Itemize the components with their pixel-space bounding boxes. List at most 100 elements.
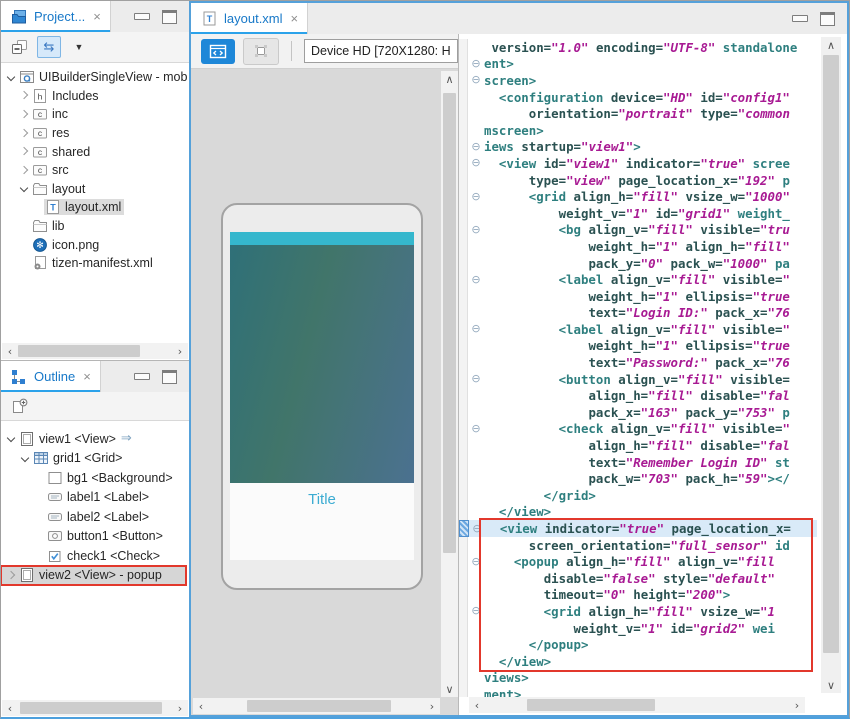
code-line[interactable]: text="Remember Login ID" st bbox=[459, 454, 817, 471]
add-view-icon[interactable] bbox=[9, 396, 29, 416]
tree-item[interactable]: cres bbox=[1, 124, 189, 143]
code-line[interactable]: ⊖ <button align_v="fill" visible= bbox=[459, 371, 817, 388]
close-icon[interactable]: × bbox=[83, 369, 91, 384]
tree-item[interactable]: grid1 <Grid> bbox=[1, 449, 189, 469]
code-line[interactable]: weight_v="1" id="grid2" wei bbox=[459, 620, 817, 637]
tab-project-explorer[interactable]: Project... × bbox=[1, 1, 111, 32]
tree-item[interactable]: label2 <Label> bbox=[1, 507, 189, 527]
fold-collapse-icon[interactable]: ⊖ bbox=[468, 371, 484, 387]
fold-collapse-icon[interactable]: ⊖ bbox=[468, 72, 484, 88]
tree-item[interactable]: cinc bbox=[1, 105, 189, 124]
tree-item[interactable]: check1 <Check> bbox=[1, 546, 189, 566]
code-line[interactable]: ⊖ <view indicator="true" page_location_x… bbox=[459, 520, 817, 537]
code-line[interactable]: text="Password:" pack_x="76 bbox=[459, 354, 817, 371]
code-line[interactable]: </popup> bbox=[459, 636, 817, 653]
code-line[interactable]: ⊖ <view id="view1" indicator="true" scre… bbox=[459, 155, 817, 172]
tree-item[interactable]: cshared bbox=[1, 142, 189, 161]
tab-outline[interactable]: Outline × bbox=[1, 361, 101, 392]
chevron-collapsed-icon[interactable] bbox=[18, 145, 31, 158]
code-line[interactable]: ⊖ <grid align_h="fill" vsize_w="1000" bbox=[459, 188, 817, 205]
code-line[interactable]: ⊖ <label align_v="fill" visible=" bbox=[459, 271, 817, 288]
scroll-up-icon[interactable]: ∧ bbox=[823, 37, 839, 53]
minimize-icon[interactable] bbox=[134, 373, 150, 380]
code-vertical-scrollbar[interactable]: ∧ ∨ bbox=[821, 37, 841, 693]
minimize-icon[interactable] bbox=[134, 13, 150, 20]
scroll-right-icon[interactable]: › bbox=[172, 700, 188, 716]
scroll-left-icon[interactable]: ‹ bbox=[193, 698, 209, 714]
chevron-expanded-icon[interactable] bbox=[19, 452, 32, 465]
tree-item[interactable]: view2 <View> - popup bbox=[1, 566, 186, 586]
fold-collapse-icon[interactable]: ⊖ bbox=[468, 222, 484, 238]
tree-item[interactable]: label1 <Label> bbox=[1, 488, 189, 508]
link-with-editor-icon[interactable]: ⇆ bbox=[37, 36, 61, 58]
scroll-left-icon[interactable]: ‹ bbox=[469, 697, 485, 713]
tree-item[interactable]: button1 <Button> bbox=[1, 527, 189, 547]
code-line[interactable]: ⊖ <grid align_h="fill" vsize_w="1 bbox=[459, 603, 817, 620]
code-line[interactable]: </grid> bbox=[459, 487, 817, 504]
view-menu-caret[interactable]: ▼ bbox=[69, 37, 89, 57]
scroll-left-icon[interactable]: ‹ bbox=[2, 700, 18, 716]
code-line[interactable]: ment> bbox=[459, 686, 817, 697]
fold-collapse-icon[interactable]: ⊖ bbox=[468, 272, 484, 288]
device-selector[interactable]: Device HD [720X1280: H bbox=[304, 39, 458, 63]
fold-collapse-icon[interactable]: ⊖ bbox=[468, 155, 484, 171]
fold-collapse-icon[interactable]: ⊖ bbox=[468, 56, 484, 72]
design-canvas[interactable]: Title ∧ ∨ ‹ › bbox=[191, 69, 458, 715]
maximize-icon[interactable] bbox=[162, 10, 177, 24]
code-editor[interactable]: version="1.0" encoding="UTF-8" standalon… bbox=[459, 34, 817, 697]
tree-item[interactable]: layout bbox=[1, 180, 189, 199]
chevron-expanded-icon[interactable] bbox=[5, 432, 18, 445]
preview-screen[interactable]: Title bbox=[230, 232, 414, 560]
fold-collapse-icon[interactable]: ⊖ bbox=[468, 421, 484, 437]
chevron-collapsed-icon[interactable] bbox=[18, 164, 31, 177]
collapse-all-icon[interactable] bbox=[9, 37, 29, 57]
tree-item[interactable]: UIBuilderSingleView - mob bbox=[1, 68, 189, 87]
tree-item[interactable]: bg1 <Background> bbox=[1, 468, 189, 488]
chevron-expanded-icon[interactable] bbox=[18, 182, 31, 195]
code-line[interactable]: ⊖ent> bbox=[459, 56, 817, 73]
outline-horizontal-scrollbar[interactable]: ‹ › bbox=[2, 700, 188, 716]
code-line[interactable]: weight_h="1" ellipsis="true bbox=[459, 288, 817, 305]
canvas-vertical-scrollbar[interactable]: ∧ ∨ bbox=[441, 71, 458, 697]
code-line[interactable]: timeout="0" height="200"> bbox=[459, 587, 817, 604]
code-line[interactable]: orientation="portrait" type="common bbox=[459, 105, 817, 122]
code-line[interactable]: type="view" page_location_x="192" p bbox=[459, 172, 817, 189]
canvas-horizontal-scrollbar[interactable]: ‹ › bbox=[193, 698, 440, 714]
scroll-right-icon[interactable]: › bbox=[172, 343, 188, 359]
code-view-icon[interactable] bbox=[201, 39, 235, 64]
code-line[interactable]: ⊖iews startup="view1"> bbox=[459, 139, 817, 156]
code-line[interactable]: ⊖ <check align_v="fill" visible=" bbox=[459, 421, 817, 438]
device-preview[interactable]: Title bbox=[221, 203, 423, 590]
tree-item[interactable]: view1 <View>⇒ bbox=[1, 429, 189, 449]
chevron-collapsed-icon[interactable] bbox=[18, 127, 31, 140]
chevron-collapsed-icon[interactable] bbox=[18, 89, 31, 102]
code-line[interactable]: ⊖ <bg align_v="fill" visible="tru bbox=[459, 222, 817, 239]
code-line[interactable]: pack_x="163" pack_y="753" p bbox=[459, 404, 817, 421]
fold-collapse-icon[interactable]: ⊖ bbox=[468, 554, 484, 570]
code-line[interactable]: <configuration device="HD" id="config1" bbox=[459, 89, 817, 106]
code-line[interactable]: text="Login ID:" pack_x="76 bbox=[459, 305, 817, 322]
fold-collapse-icon[interactable]: ⊖ bbox=[468, 321, 484, 337]
code-line[interactable]: </view> bbox=[459, 504, 817, 521]
tree-item[interactable]: Tlayout.xml bbox=[1, 198, 189, 217]
design-view-icon[interactable] bbox=[243, 38, 279, 65]
tree-item[interactable]: lib bbox=[1, 217, 189, 236]
code-line[interactable]: weight_h="1" align_h="fill" bbox=[459, 238, 817, 255]
code-line[interactable]: </view> bbox=[459, 653, 817, 670]
close-icon[interactable]: × bbox=[291, 11, 299, 26]
tree-item[interactable]: csrc bbox=[1, 161, 189, 180]
scroll-left-icon[interactable]: ‹ bbox=[2, 343, 18, 359]
chevron-collapsed-icon[interactable] bbox=[5, 569, 18, 582]
code-line[interactable]: align_h="fill" disable="fal bbox=[459, 437, 817, 454]
chevron-expanded-icon[interactable] bbox=[5, 71, 18, 84]
tree-item[interactable]: hIncludes bbox=[1, 87, 189, 106]
project-horizontal-scrollbar[interactable]: ‹ › bbox=[2, 343, 188, 359]
maximize-icon[interactable] bbox=[162, 370, 177, 384]
code-line[interactable]: weight_v="1" id="grid1" weight_ bbox=[459, 205, 817, 222]
maximize-icon[interactable] bbox=[820, 12, 835, 26]
code-horizontal-scrollbar[interactable]: ‹ › bbox=[469, 697, 805, 713]
code-line[interactable]: disable="false" style="default" bbox=[459, 570, 817, 587]
code-line[interactable]: pack_y="0" pack_w="1000" pa bbox=[459, 255, 817, 272]
scroll-up-icon[interactable]: ∧ bbox=[442, 71, 458, 87]
fold-collapse-icon[interactable]: ⊖ bbox=[468, 603, 484, 619]
